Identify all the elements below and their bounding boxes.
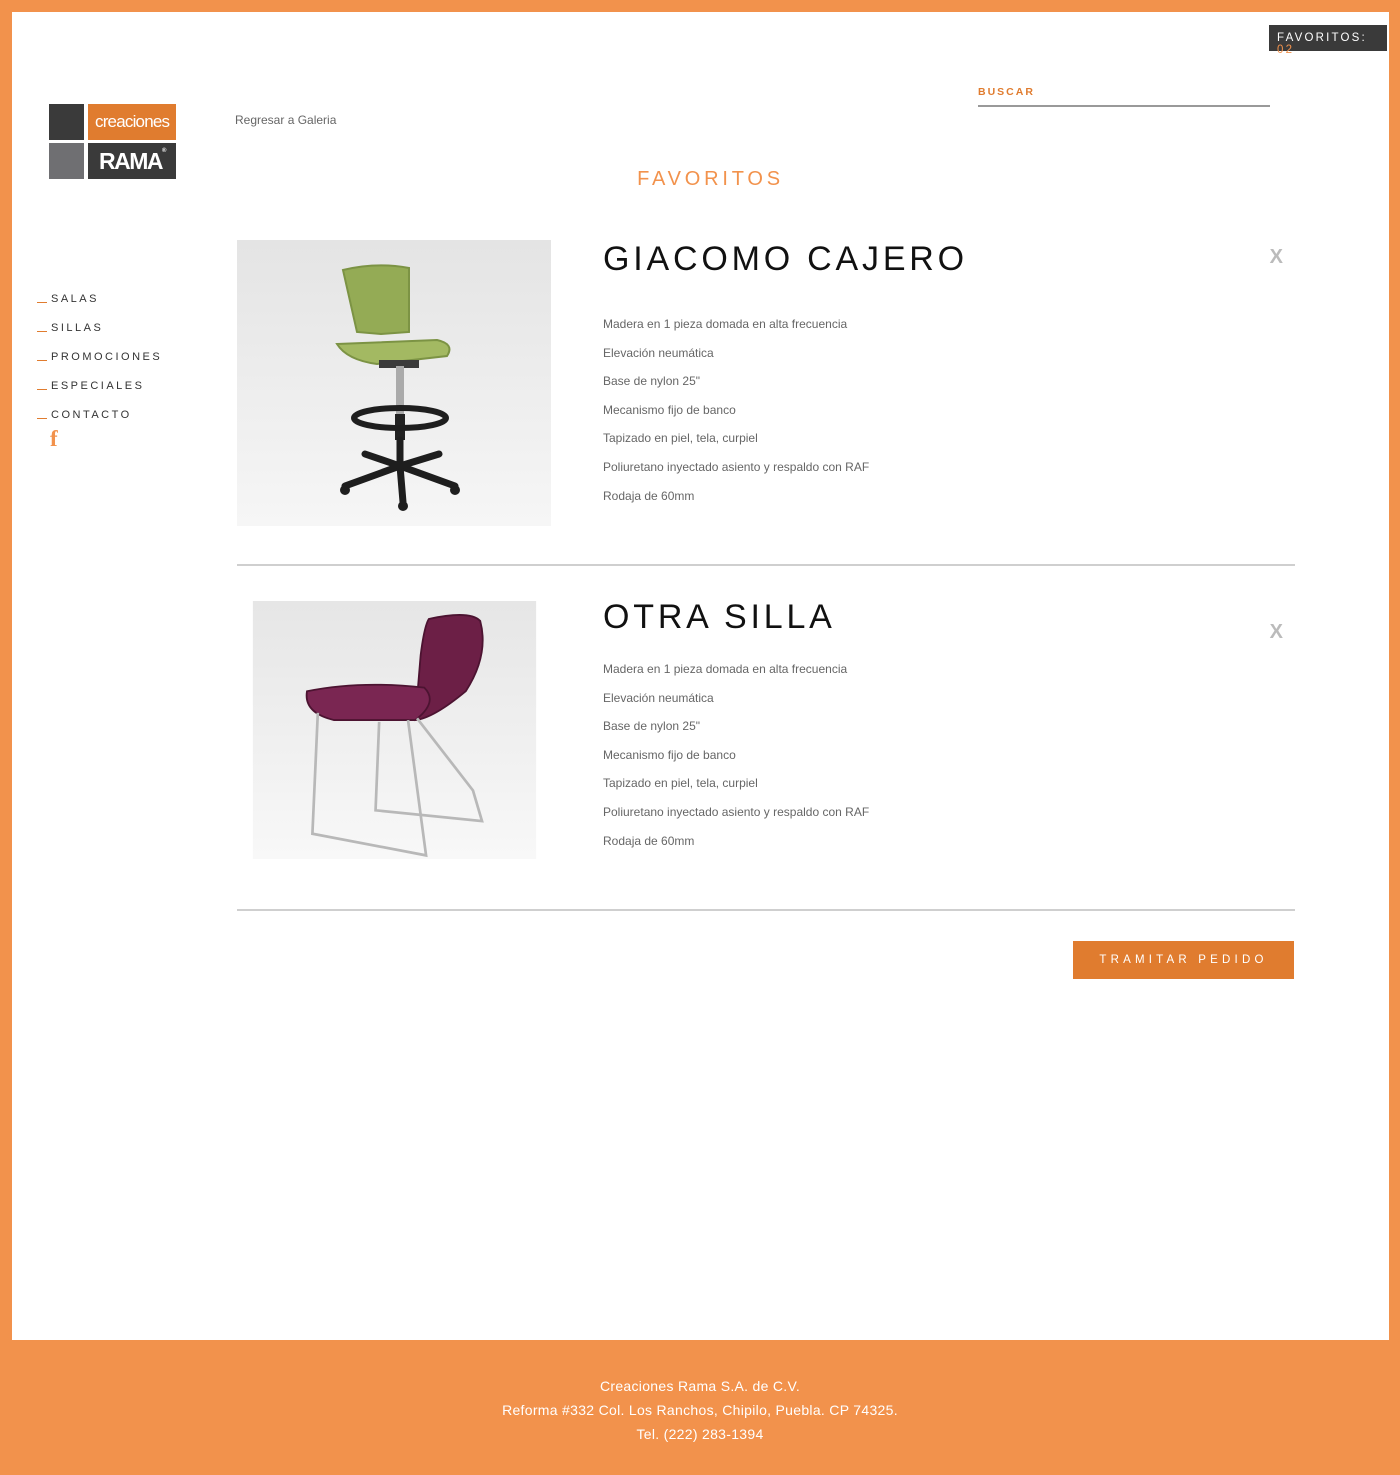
- facebook-icon[interactable]: f: [50, 426, 58, 452]
- feature-item: Base de nylon 25": [603, 719, 700, 734]
- footer-phone: Tel. (222) 283-1394: [636, 1426, 764, 1442]
- nav-item-especiales[interactable]: ESPECIALES: [37, 363, 162, 392]
- back-to-gallery-link[interactable]: Regresar a Galeria: [235, 113, 336, 127]
- feature-item: Elevación neumática: [603, 690, 714, 705]
- feature-item: Elevación neumática: [603, 345, 714, 360]
- favorites-counter[interactable]: FAVORITOS: 02: [1269, 25, 1387, 56]
- footer-company: Creaciones Rama S.A. de C.V.: [599, 1378, 801, 1394]
- search-input[interactable]: [978, 82, 1270, 104]
- divider: [237, 909, 1295, 911]
- feature-item: Mecanismo fijo de banco: [603, 402, 736, 417]
- logo-creaciones: creaciones: [88, 104, 176, 140]
- feature-item: Mecanismo fijo de banco: [603, 747, 736, 762]
- search-field[interactable]: BUSCAR: [978, 82, 1270, 107]
- remove-favorite-button[interactable]: X: [1270, 246, 1283, 269]
- feature-item: Rodaja de 60mm: [603, 488, 695, 503]
- feature-item: Tapizado en piel, tela, curpiel: [603, 776, 758, 791]
- favorites-label: FAVORITOS:: [1277, 32, 1367, 44]
- nav-item-promociones[interactable]: PROMOCIONES: [37, 334, 162, 363]
- favorites-count: 02: [1277, 44, 1295, 56]
- feature-item: Madera en 1 pieza domada en alta frecuen…: [603, 317, 848, 331]
- nav-item-contacto[interactable]: CONTACTO: [37, 392, 162, 421]
- site-footer: Creaciones Rama S.A. de C.V. Reforma #33…: [0, 1374, 1400, 1446]
- product-name: GIACOMO CAJERO: [603, 240, 968, 278]
- feature-item: Base de nylon 25": [603, 374, 700, 389]
- feature-item: Tapizado en piel, tela, curpiel: [603, 431, 758, 446]
- place-order-button[interactable]: TRAMITAR PEDIDO: [1073, 941, 1294, 979]
- product-name: OTRA SILLA: [603, 598, 836, 636]
- remove-favorite-button[interactable]: X: [1270, 621, 1283, 644]
- product-features: Madera en 1 pieza domada en alta frecuen…: [603, 317, 883, 517]
- feature-item: Rodaja de 60mm: [603, 833, 695, 848]
- page-frame: FAVORITOS: 02 creaciones RAMA® Regresar …: [12, 12, 1389, 1340]
- product-image-otra-silla[interactable]: [240, 601, 549, 859]
- logo-square-dark: [49, 104, 84, 140]
- feature-item: Poliuretano inyectado asiento y respaldo…: [603, 804, 870, 819]
- divider: [237, 564, 1295, 566]
- footer-address: Reforma #332 Col. Los Ranchos, Chipilo, …: [502, 1402, 898, 1418]
- sidebar-nav: SALAS SILLAS PROMOCIONES ESPECIALES CONT…: [37, 276, 162, 421]
- nav-item-salas[interactable]: SALAS: [37, 276, 162, 305]
- product-image-giacomo[interactable]: [237, 240, 551, 526]
- page-title: FAVORITOS: [637, 168, 784, 190]
- feature-item: Poliuretano inyectado asiento y respaldo…: [603, 459, 870, 474]
- product-features: Madera en 1 pieza domada en alta frecuen…: [603, 662, 883, 862]
- nav-item-sillas[interactable]: SILLAS: [37, 305, 162, 334]
- feature-item: Madera en 1 pieza domada en alta frecuen…: [603, 662, 848, 676]
